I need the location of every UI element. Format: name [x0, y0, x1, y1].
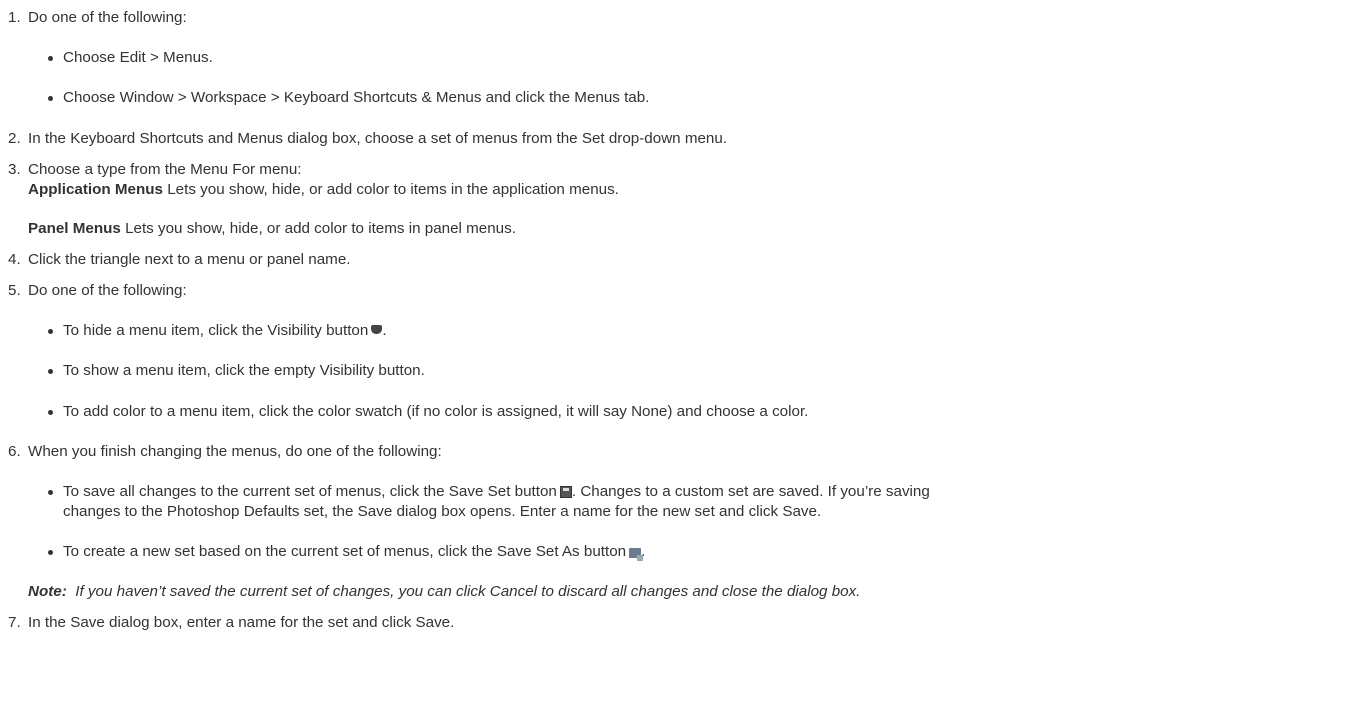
list-item: To add color to a menu item, click the c…: [48, 402, 808, 422]
visibility-eye-icon: [371, 325, 383, 334]
bullet-text-cont: . Changes to a custom set are saved. If …: [571, 483, 930, 500]
step-3: 3. Choose a type from the Menu For menu:: [8, 160, 302, 180]
bullet-text: To add color to a menu item, click the c…: [63, 403, 809, 420]
list-item: Choose Window > Workspace > Keyboard Sho…: [48, 88, 649, 108]
definition-term: Panel Menus: [28, 220, 121, 237]
definition-desc: Lets you show, hide, or add color to ite…: [120, 220, 516, 237]
definition-item: Panel Menus Lets you show, hide, or add …: [28, 219, 516, 239]
step-text: Click the triangle next to a menu or pan…: [28, 251, 351, 268]
step-number: 4.: [8, 251, 21, 268]
step-text: When you finish changing the menus, do o…: [28, 443, 442, 460]
save-set-as-icon: [629, 548, 644, 561]
step-number: 7.: [8, 614, 21, 631]
step-number: 5.: [8, 282, 21, 299]
step-number: 6.: [8, 443, 21, 460]
step-text: Choose a type from the Menu For menu:: [28, 161, 302, 178]
step-5: 5. Do one of the following:: [8, 281, 187, 301]
note-label: Note:: [28, 583, 67, 600]
list-item-continuation: changes to the Photoshop Defaults set, t…: [63, 503, 822, 520]
list-item: To hide a menu item, click the Visibilit…: [48, 321, 387, 341]
step-number: 1.: [8, 9, 21, 26]
list-item: To save all changes to the current set o…: [48, 482, 930, 502]
step-1: 1. Do one of the following:: [8, 8, 187, 28]
list-item: To create a new set based on the current…: [48, 542, 645, 562]
step-4: 4. Click the triangle next to a menu or p…: [8, 250, 351, 270]
bullet-text: Choose Window > Workspace > Keyboard Sho…: [63, 89, 650, 106]
definition-term: Application Menus: [28, 181, 164, 198]
step-text: In the Keyboard Shortcuts and Menus dial…: [28, 130, 728, 147]
step-6: 6. When you finish changing the menus, do…: [8, 442, 442, 462]
definition-item: Application Menus Lets you show, hide, o…: [28, 180, 619, 200]
step-text: Do one of the following:: [28, 282, 187, 299]
list-item: To show a menu item, click the empty Vis…: [48, 361, 425, 381]
step-text: Do one of the following:: [28, 9, 187, 26]
bullet-text-end: .: [382, 322, 387, 339]
step-number: 3.: [8, 161, 21, 178]
note: Note: If you haven’t saved the current s…: [28, 582, 860, 602]
step-7: 7. In the Save dialog box, enter a name f…: [8, 613, 454, 633]
bullet-text: Choose Edit > Menus.: [63, 49, 213, 66]
note-text: If you haven’t saved the current set of …: [66, 583, 861, 600]
bullet-text: To hide a menu item, click the Visibilit…: [63, 322, 369, 339]
bullet-text: To create a new set based on the current…: [63, 543, 627, 560]
bullet-text: To save all changes to the current set o…: [63, 483, 557, 500]
definition-desc: Lets you show, hide, or add color to ite…: [163, 181, 619, 198]
bullet-text: To show a menu item, click the empty Vis…: [63, 362, 425, 379]
save-set-icon: [559, 486, 572, 498]
step-2: 2. In the Keyboard Shortcuts and Menus di…: [8, 129, 727, 149]
list-item: Choose Edit > Menus.: [48, 48, 213, 68]
step-text: In the Save dialog box, enter a name for…: [28, 614, 455, 631]
step-number: 2.: [8, 130, 21, 147]
